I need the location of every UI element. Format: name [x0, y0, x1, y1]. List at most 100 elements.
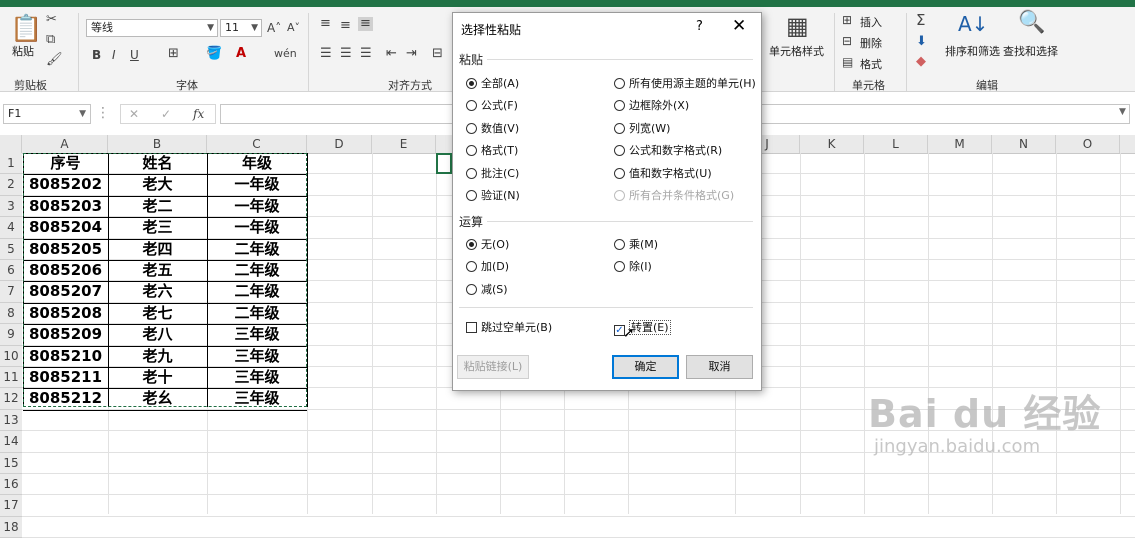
row-header-13[interactable]: 13: [0, 409, 22, 432]
bold-icon[interactable]: B: [92, 48, 101, 62]
column-header-D[interactable]: D: [307, 135, 372, 153]
table-header-cell[interactable]: 序号: [23, 153, 108, 174]
paste-icon[interactable]: 📋: [10, 15, 42, 43]
paste-option-radio[interactable]: 公式和数字格式(R): [614, 142, 722, 158]
paste-link-button[interactable]: 粘贴链接(L): [457, 355, 529, 379]
column-header-O[interactable]: O: [1056, 135, 1120, 153]
expand-formula-bar-icon[interactable]: ▼: [1119, 107, 1126, 117]
shrink-font-icon[interactable]: A˅: [287, 21, 300, 35]
operation-option-radio[interactable]: 减(S): [466, 281, 508, 297]
table-cell[interactable]: 8085209: [23, 324, 108, 345]
column-header-A[interactable]: A: [22, 135, 108, 153]
underline-icon[interactable]: U: [130, 48, 139, 62]
column-header-N[interactable]: N: [992, 135, 1056, 153]
row-header-4[interactable]: 4: [0, 217, 22, 239]
paste-option-radio[interactable]: 值和数字格式(U): [614, 165, 712, 181]
table-cell[interactable]: 二年级: [207, 303, 307, 324]
format-cells-icon[interactable]: ▤: [842, 55, 853, 69]
skip-blanks-checkbox[interactable]: 跳过空单元(B): [466, 319, 552, 335]
table-cell[interactable]: 8085205: [23, 239, 108, 260]
paste-option-radio[interactable]: 全部(A): [466, 75, 519, 91]
table-header-cell[interactable]: 姓名: [108, 153, 207, 174]
phonetic-icon[interactable]: wén: [274, 47, 297, 61]
copy-icon[interactable]: ⧉: [46, 33, 55, 47]
autosum-icon[interactable]: Σ: [916, 13, 925, 28]
clear-icon[interactable]: ◆: [916, 55, 926, 69]
format-cells-label[interactable]: 格式: [860, 56, 882, 72]
paste-option-radio[interactable]: 列宽(W): [614, 120, 670, 136]
cell-styles-icon[interactable]: ▦: [786, 13, 809, 39]
align-middle-icon[interactable]: ≡: [340, 19, 351, 33]
table-cell[interactable]: 8085208: [23, 303, 108, 324]
column-header-L[interactable]: L: [864, 135, 928, 153]
table-header-cell[interactable]: 年级: [207, 153, 307, 174]
column-header-B[interactable]: B: [108, 135, 207, 153]
align-right-icon[interactable]: ☰: [360, 47, 372, 61]
table-cell[interactable]: 三年级: [207, 346, 307, 367]
paste-button-label[interactable]: 粘贴: [12, 43, 34, 59]
select-all-corner[interactable]: [0, 135, 22, 153]
column-header-E[interactable]: E: [372, 135, 436, 153]
table-cell[interactable]: 老六: [108, 281, 207, 302]
row-header-15[interactable]: 15: [0, 452, 22, 474]
row-header-18[interactable]: 18: [0, 516, 22, 538]
italic-icon[interactable]: I: [112, 48, 116, 62]
insert-function-icon[interactable]: fx: [193, 107, 204, 121]
confirm-entry-icon[interactable]: ✓: [161, 107, 171, 121]
table-cell[interactable]: 一年级: [207, 217, 307, 238]
paste-option-radio[interactable]: 验证(N): [466, 187, 520, 203]
cut-icon[interactable]: ✂: [46, 13, 57, 27]
font-color-icon[interactable]: A: [236, 47, 246, 61]
column-header-M[interactable]: M: [928, 135, 992, 153]
paste-option-radio[interactable]: 格式(T): [466, 142, 518, 158]
table-cell[interactable]: 老七: [108, 303, 207, 324]
row-header-14[interactable]: 14: [0, 431, 22, 453]
column-header-K[interactable]: K: [800, 135, 864, 153]
format-painter-icon[interactable]: 🖌: [46, 53, 63, 67]
paste-option-radio[interactable]: 批注(C): [466, 165, 519, 181]
align-top-icon[interactable]: ≡: [320, 17, 331, 31]
align-bottom-icon[interactable]: ≡: [358, 17, 373, 31]
find-select-label[interactable]: 查找和选择: [1003, 43, 1058, 59]
align-left-icon[interactable]: ☰: [320, 47, 332, 61]
table-cell[interactable]: 一年级: [207, 196, 307, 217]
close-icon[interactable]: ✕: [732, 16, 746, 36]
table-cell[interactable]: 老八: [108, 324, 207, 345]
row-header-1[interactable]: 1: [0, 153, 22, 175]
find-select-icon[interactable]: 🔍: [1018, 11, 1045, 35]
cell-styles-label[interactable]: 单元格样式: [769, 43, 824, 59]
table-cell[interactable]: 8085206: [23, 260, 108, 281]
table-cell[interactable]: 8085210: [23, 346, 108, 367]
table-cell[interactable]: 8085204: [23, 217, 108, 238]
insert-cells-icon[interactable]: ⊞: [842, 13, 852, 27]
merge-center-icon[interactable]: ⊟: [432, 47, 443, 61]
table-cell[interactable]: 老九: [108, 346, 207, 367]
help-icon[interactable]: ?: [696, 19, 703, 34]
paste-option-radio[interactable]: 边框除外(X): [614, 97, 689, 113]
table-cell[interactable]: 三年级: [207, 367, 307, 388]
font-name-combo[interactable]: 等线 ▼: [86, 19, 218, 37]
table-cell[interactable]: 8085202: [23, 174, 108, 195]
paste-option-radio[interactable]: 公式(F): [466, 97, 518, 113]
row-header-16[interactable]: 16: [0, 474, 22, 496]
table-cell[interactable]: 老十: [108, 367, 207, 388]
table-cell[interactable]: 二年级: [207, 260, 307, 281]
row-header-6[interactable]: 6: [0, 260, 22, 282]
align-center-icon[interactable]: ☰: [340, 47, 352, 61]
cancel-button[interactable]: 取消: [686, 355, 753, 379]
ok-button[interactable]: 确定: [612, 355, 679, 379]
table-cell[interactable]: 8085211: [23, 367, 108, 388]
increase-indent-icon[interactable]: ⇥: [406, 47, 417, 61]
row-header-8[interactable]: 8: [0, 302, 22, 325]
operation-option-radio[interactable]: 无(O): [466, 236, 509, 252]
paste-option-radio[interactable]: 数值(V): [466, 120, 519, 136]
row-header-11[interactable]: 11: [0, 367, 22, 389]
table-cell[interactable]: 三年级: [207, 324, 307, 345]
font-size-combo[interactable]: 11 ▼: [220, 19, 262, 37]
delete-cells-icon[interactable]: ⊟: [842, 34, 852, 48]
table-cell[interactable]: 8085212: [23, 388, 108, 409]
delete-cells-label[interactable]: 删除: [860, 35, 882, 51]
operation-option-radio[interactable]: 乘(M): [614, 236, 658, 252]
table-cell[interactable]: 老三: [108, 217, 207, 238]
insert-cells-label[interactable]: 插入: [860, 14, 882, 30]
